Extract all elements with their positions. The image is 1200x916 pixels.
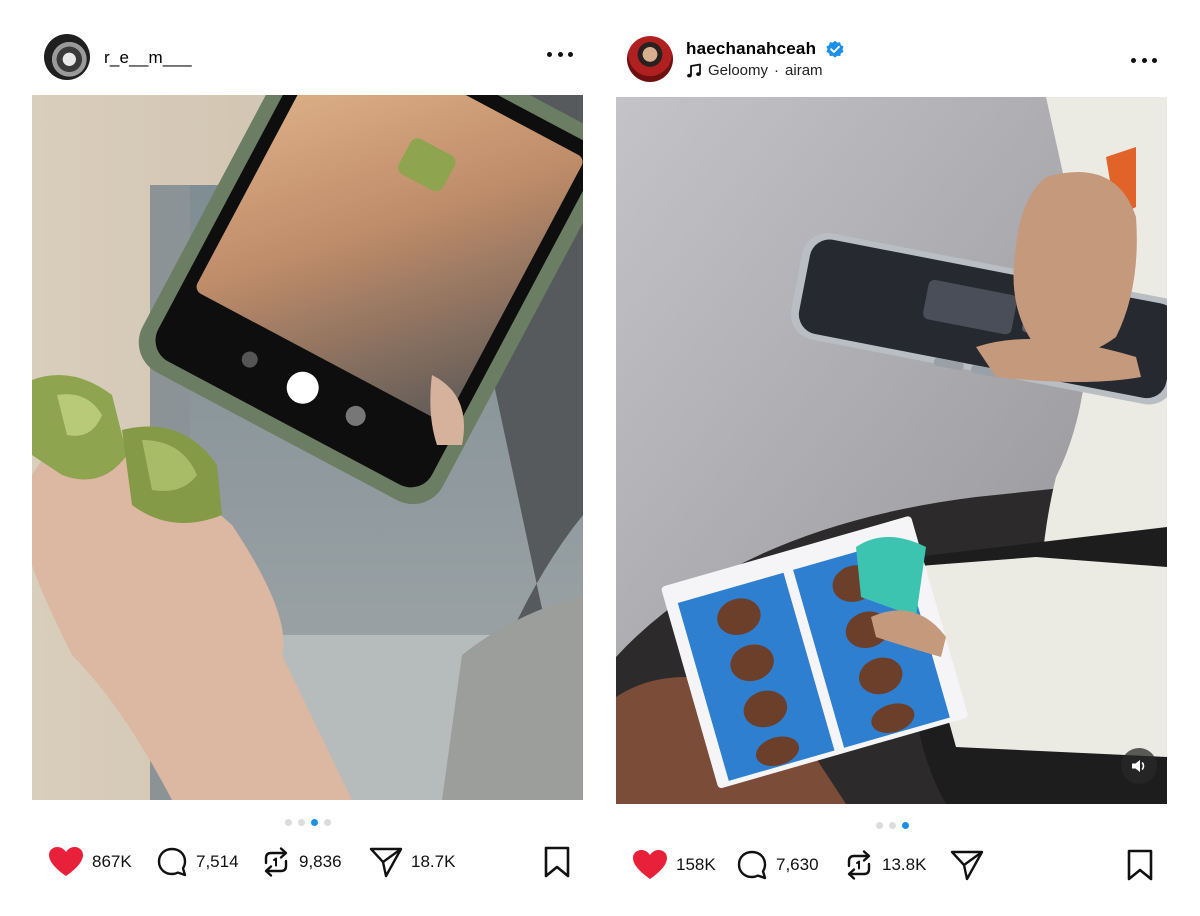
like-count: 867K	[92, 852, 132, 871]
avatar[interactable]	[44, 34, 90, 80]
carousel-dot	[889, 822, 896, 829]
like-button[interactable]: 867K	[48, 840, 132, 884]
like-button[interactable]: 158K	[632, 843, 716, 887]
music-note-icon	[687, 63, 701, 77]
username[interactable]: r_e__m___	[104, 48, 192, 68]
carousel-dot-active	[902, 822, 909, 829]
heart-icon	[633, 850, 667, 879]
share-button[interactable]	[950, 843, 984, 887]
carousel-dot	[298, 819, 305, 826]
photo-hand-with-phone	[32, 95, 583, 800]
share-count: 18.7K	[411, 852, 456, 871]
share-button[interactable]: 18.7K	[369, 840, 455, 884]
carousel-indicator	[876, 822, 909, 829]
bookmark-icon[interactable]	[1125, 849, 1155, 881]
comment-count: 7,630	[776, 855, 819, 874]
carousel-dot	[876, 822, 883, 829]
action-bar: 158K 7,630 13.8K	[616, 843, 1167, 887]
comment-count: 7,514	[196, 852, 239, 871]
comment-bubble-icon	[737, 850, 767, 880]
repost-count: 9,836	[299, 852, 342, 871]
comment-bubble-icon	[157, 847, 187, 877]
song-title: Geloomy	[708, 62, 769, 79]
post-video[interactable]	[616, 97, 1167, 804]
post-photo[interactable]	[32, 95, 583, 800]
paper-plane-icon	[369, 847, 403, 878]
repost-count: 13.8K	[882, 855, 927, 874]
photo-phone-and-photo-strip	[616, 97, 1167, 804]
audio-attribution[interactable]: Geloomy · airam	[686, 62, 823, 79]
username[interactable]: haechanahceah	[686, 39, 816, 59]
like-count: 158K	[676, 855, 716, 874]
avatar[interactable]	[627, 36, 673, 82]
comment-button[interactable]: 7,514	[156, 840, 239, 884]
more-options-icon[interactable]	[1131, 56, 1157, 64]
song-artist: airam	[785, 62, 823, 79]
speaker-icon	[1132, 760, 1145, 772]
post-r-e-m: r_e__m___ 867K 7,514 9,836 18.7K	[32, 0, 583, 916]
action-bar: 867K 7,514 9,836 18.7K	[32, 840, 583, 884]
carousel-dot-active	[311, 819, 318, 826]
post-header: haechanahceah Geloomy · airam	[616, 26, 1167, 96]
repost-icon	[264, 847, 288, 877]
comment-button[interactable]: 7,630	[736, 843, 819, 887]
post-haechanahceah: haechanahceah Geloomy · airam 158K 7,630…	[616, 0, 1167, 916]
music-separator: ·	[774, 62, 780, 79]
heart-icon	[49, 847, 83, 876]
repost-button[interactable]: 13.8K	[844, 843, 926, 887]
repost-button[interactable]: 9,836	[261, 840, 342, 884]
verified-badge-icon	[826, 40, 844, 58]
volume-button[interactable]	[1121, 748, 1157, 784]
carousel-dot	[285, 819, 292, 826]
post-header: r_e__m___	[32, 26, 583, 96]
carousel-indicator	[285, 819, 331, 826]
bookmark-icon[interactable]	[542, 846, 572, 878]
carousel-dot	[324, 819, 331, 826]
repost-icon	[847, 850, 871, 880]
more-options-icon[interactable]	[547, 50, 573, 58]
paper-plane-icon	[950, 850, 984, 881]
